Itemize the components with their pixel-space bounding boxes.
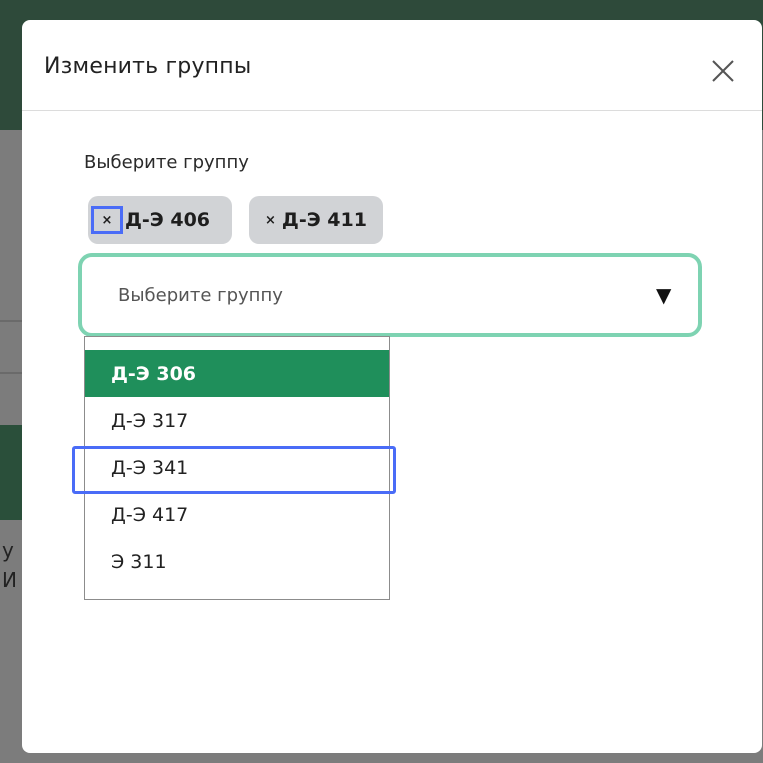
group-options-list[interactable]: Д-Э 306 Д-Э 317 Д-Э 341 Д-Э 417 Э 311	[84, 336, 390, 600]
chip-label: Д-Э 406	[125, 209, 211, 231]
edit-groups-dialog: Изменить группы Выберите группу × Д-Э 40…	[22, 20, 762, 753]
dialog-header: Изменить группы	[22, 20, 762, 111]
close-icon	[712, 60, 734, 82]
background-green-block	[0, 425, 22, 520]
remove-chip-button[interactable]: ×	[265, 213, 276, 228]
option-item[interactable]: Д-Э 341	[85, 444, 389, 491]
triangle-down-icon: ▼	[656, 283, 672, 307]
group-select-placeholder: Выберите группу	[118, 285, 283, 306]
close-button[interactable]	[706, 54, 740, 88]
option-item[interactable]: Д-Э 417	[85, 491, 389, 538]
chip-label: Д-Э 411	[281, 209, 367, 231]
dialog-title: Изменить группы	[44, 54, 252, 79]
background-text-fragment: у	[2, 538, 14, 562]
selected-group-chip: × Д-Э 406	[88, 196, 232, 244]
remove-chip-button[interactable]: ×	[91, 206, 123, 234]
background-divider	[0, 372, 22, 374]
group-select[interactable]: Выберите группу ▼	[78, 253, 702, 337]
option-item[interactable]: Д-Э 317	[85, 397, 389, 444]
group-field-label: Выберите группу	[84, 152, 249, 173]
option-item[interactable]: Д-Э 306	[85, 350, 389, 397]
background-text-fragment: И	[2, 568, 17, 592]
selected-group-chip: × Д-Э 411	[249, 196, 383, 244]
background-divider	[0, 320, 22, 322]
option-item[interactable]: Э 311	[85, 538, 389, 585]
